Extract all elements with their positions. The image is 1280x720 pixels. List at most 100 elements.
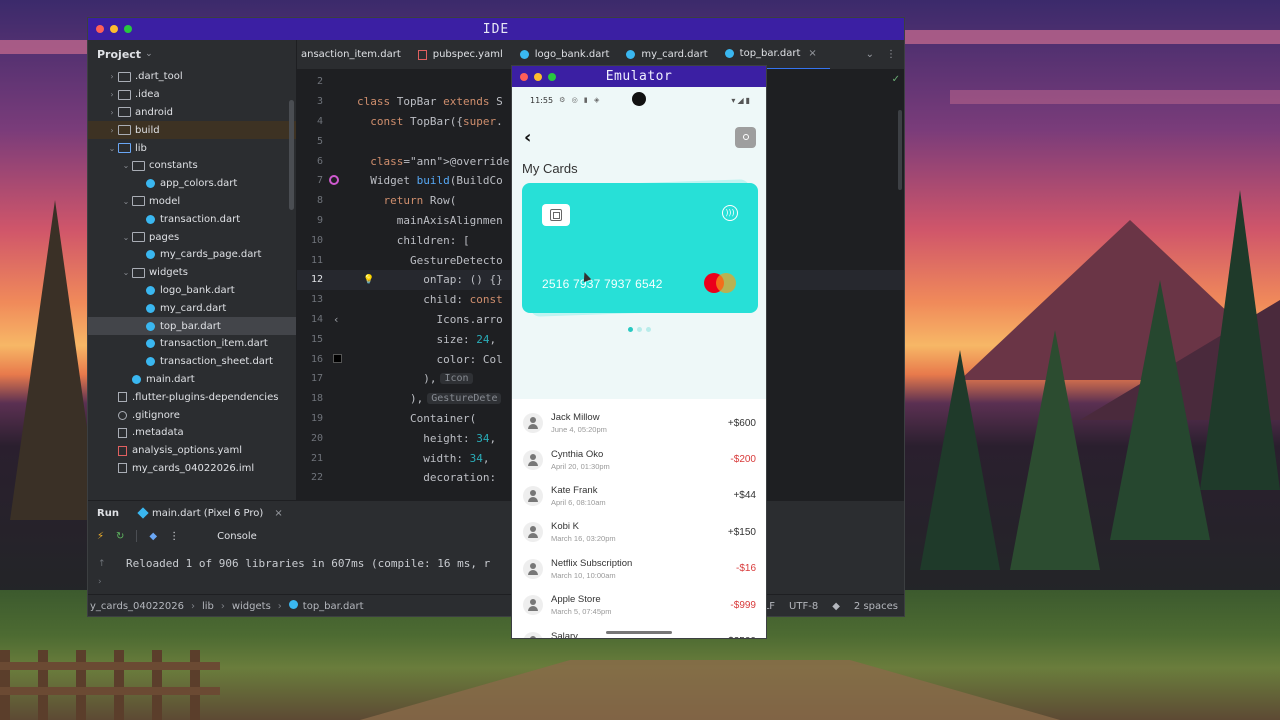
breadcrumb-item[interactable]: lib xyxy=(202,601,214,612)
close-icon[interactable]: × xyxy=(274,508,282,519)
code-text: child: const xyxy=(357,293,503,307)
override-marker-icon[interactable] xyxy=(329,174,339,185)
tree-item[interactable]: .gitignore xyxy=(88,406,296,424)
chevron-icon[interactable]: ⌄ xyxy=(120,197,132,206)
tree-item[interactable]: logo_bank.dart xyxy=(88,282,296,300)
encoding-indicator[interactable]: UTF-8 xyxy=(789,601,818,612)
run-side-toolbar: ↑ › xyxy=(98,555,106,591)
tree-item[interactable]: ⌄ constants xyxy=(88,157,296,175)
gutter xyxy=(327,131,357,151)
line-number: 6 xyxy=(316,155,323,167)
person-avatar-icon xyxy=(523,449,543,470)
tree-item-label: analysis_options.yaml xyxy=(132,445,243,457)
signal-battery-icons: ▾◢▮ xyxy=(731,95,752,105)
transaction-row[interactable]: Netflix Subscription March 10, 10:00am -$1… xyxy=(512,551,766,587)
code-text: ), xyxy=(357,392,424,406)
tree-item[interactable]: my_card.dart xyxy=(88,299,296,317)
breadcrumb: y_cards_04022026 › lib › widgets › top_bar.dar… xyxy=(90,599,364,612)
tree-item[interactable]: my_cards_04022026.iml xyxy=(88,460,296,478)
chevron-icon[interactable]: › xyxy=(106,72,118,81)
more-options-icon[interactable]: ⋮ xyxy=(886,49,896,60)
credit-card[interactable]: ))) 2516 7937 7937 6542 xyxy=(522,183,758,313)
chevron-icon[interactable]: ⌄ xyxy=(120,233,132,242)
chevron-icon[interactable]: ⌄ xyxy=(120,161,132,170)
devtools-icon[interactable]: ◆ xyxy=(149,531,157,542)
hot-restart-icon[interactable]: ↻ xyxy=(116,531,124,542)
tree-item[interactable]: transaction_item.dart xyxy=(88,335,296,353)
tree-item[interactable]: › .dart_tool xyxy=(88,68,296,86)
chevron-icon[interactable]: › xyxy=(106,108,118,117)
notification-icons: ⚙ ◎ ▮ ◈ xyxy=(559,96,602,104)
editor-tab-label: logo_bank.dart xyxy=(534,49,610,60)
tree-item[interactable]: .metadata xyxy=(88,424,296,442)
transaction-row[interactable]: Kobi K March 16, 03:20pm +$150 xyxy=(512,514,766,550)
run-panel: Run main.dart (Pixel 6 Pro) × ⚡ ↻ ◆ ⋮ Co… xyxy=(88,500,904,596)
transaction-amount: +$44 xyxy=(733,490,756,502)
back-arrow-icon[interactable]: ‹ xyxy=(524,127,531,148)
carousel-indicator xyxy=(512,323,766,335)
chevron-down-icon[interactable]: ⌄ xyxy=(866,49,874,60)
transaction-row[interactable]: Jack Millow June 4, 05:20pm +$600 xyxy=(512,405,766,441)
card-carousel[interactable]: ))) 2516 7937 7937 6542 xyxy=(522,179,758,323)
transaction-row[interactable]: Cynthia Oko April 20, 01:30pm -$200 xyxy=(512,441,766,477)
tree-item[interactable]: › .idea xyxy=(88,86,296,104)
project-scrollbar[interactable] xyxy=(289,100,294,210)
carousel-dot[interactable] xyxy=(636,326,642,332)
close-icon[interactable]: × xyxy=(808,48,816,59)
project-panel-header[interactable]: Project ⌄ xyxy=(88,40,296,68)
tree-item-label: .gitignore xyxy=(132,409,180,421)
tree-item[interactable]: ⌄ model xyxy=(88,193,296,211)
editor-tab[interactable]: pubspec.yaml xyxy=(414,40,516,69)
folder-icon xyxy=(132,196,145,207)
indent-indicator[interactable]: 2 spaces xyxy=(854,601,898,612)
dart-file-icon xyxy=(724,49,734,58)
tree-item[interactable]: transaction.dart xyxy=(88,210,296,228)
tree-item[interactable]: ⌄ widgets xyxy=(88,264,296,282)
carousel-dot[interactable] xyxy=(645,326,651,332)
dart-file-icon xyxy=(132,374,141,384)
tree-item[interactable]: top_bar.dart xyxy=(88,317,296,335)
profile-button[interactable] xyxy=(735,126,756,148)
tree-item[interactable]: analysis_options.yaml xyxy=(88,442,296,460)
lightbulb-icon[interactable]: 💡 xyxy=(363,275,374,285)
tree-item[interactable]: main.dart xyxy=(88,371,296,389)
breadcrumb-item[interactable]: y_cards_04022026 xyxy=(90,601,184,612)
breadcrumb-separator: › xyxy=(220,600,225,612)
line-number: 14 xyxy=(310,313,323,325)
hot-reload-icon[interactable]: ⚡ xyxy=(97,531,104,542)
carousel-dot[interactable] xyxy=(627,326,633,332)
tree-item-label: .dart_tool xyxy=(135,71,183,83)
console-tab[interactable]: Console xyxy=(217,531,257,542)
transaction-row[interactable]: Kate Frank April 6, 08:10am +$44 xyxy=(512,478,766,514)
dart-file-icon xyxy=(146,214,155,224)
tree-item[interactable]: my_cards_page.dart xyxy=(88,246,296,264)
home-indicator[interactable] xyxy=(606,631,672,634)
run-config-tab[interactable]: main.dart (Pixel 6 Pro) × xyxy=(137,507,283,519)
transaction-amount: -$16 xyxy=(735,563,756,575)
tree-item[interactable]: › android xyxy=(88,104,296,122)
tab-tools: ⌄ ⋮ xyxy=(866,49,904,60)
editor-scrollbar[interactable] xyxy=(898,110,902,190)
tree-item[interactable]: ⌄ lib xyxy=(88,139,296,157)
transaction-row[interactable]: Apple Store March 5, 07:45pm -$999 xyxy=(512,587,766,623)
tree-item[interactable]: › build xyxy=(88,121,296,140)
chevron-icon[interactable]: › xyxy=(106,126,118,135)
person-avatar-icon xyxy=(523,485,543,506)
editor-tab[interactable]: ansaction_item.dart xyxy=(297,40,414,69)
tree-item[interactable]: transaction_sheet.dart xyxy=(88,353,296,371)
breadcrumb-item[interactable]: top_bar.dart xyxy=(303,601,364,612)
chevron-icon[interactable]: ⌄ xyxy=(106,144,118,153)
chevron-icon[interactable]: › xyxy=(106,90,118,99)
scroll-up-icon[interactable]: ↑ xyxy=(98,555,106,573)
code-text: ), xyxy=(357,372,437,386)
breadcrumb-item[interactable]: widgets xyxy=(232,601,271,612)
gutter xyxy=(327,250,357,270)
tree-item[interactable]: ⌄ pages xyxy=(88,228,296,246)
code-text: size: 24, xyxy=(357,332,497,346)
tree-item-label: constants xyxy=(149,160,198,172)
tree-item-label: pages xyxy=(149,231,180,243)
tree-item[interactable]: .flutter-plugins-dependencies xyxy=(88,388,296,406)
more-options-icon[interactable]: ⋮ xyxy=(169,531,179,542)
tree-item[interactable]: app_colors.dart xyxy=(88,175,296,193)
chevron-icon[interactable]: ⌄ xyxy=(120,268,132,277)
